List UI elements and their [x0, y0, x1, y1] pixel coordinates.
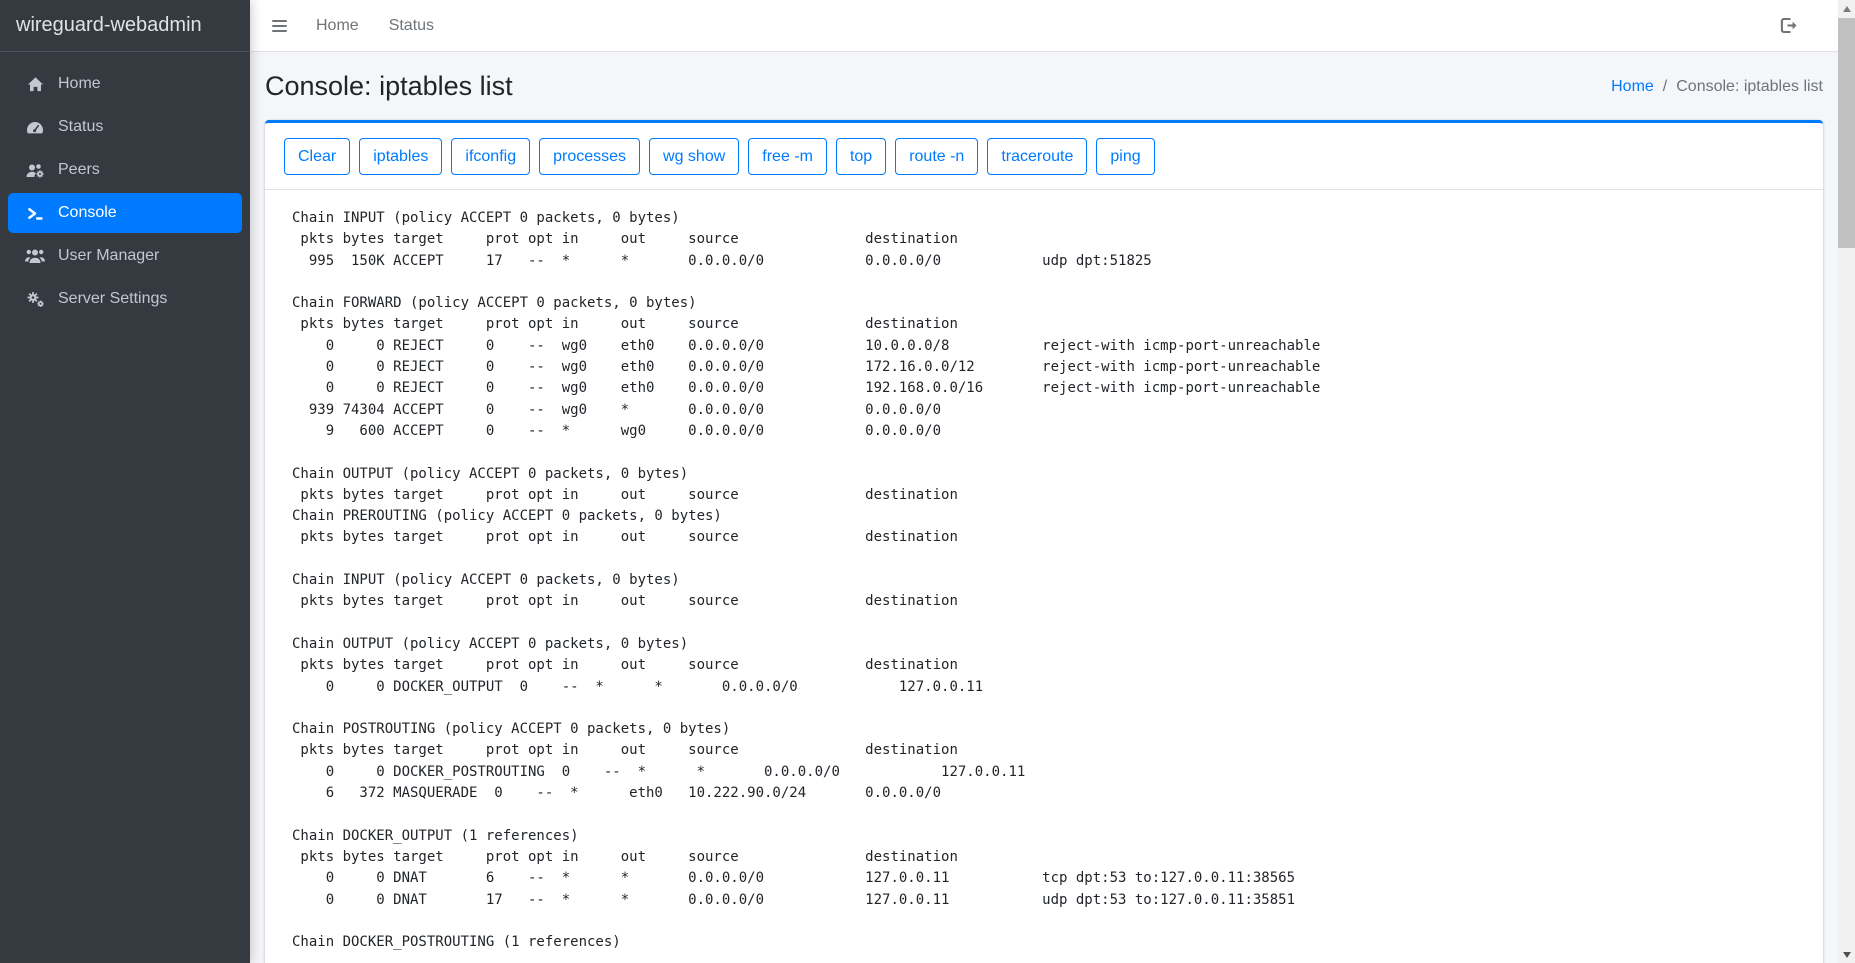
top-navbar: Home Status: [250, 0, 1838, 52]
page-title: Console: iptables list: [265, 71, 513, 102]
main-area: Home Status Console: iptables list Home …: [250, 0, 1838, 963]
content: Clear iptables ifconfig processes wg sho…: [250, 120, 1838, 963]
sidebar: wireguard-webadmin Home Status Peers Con…: [0, 0, 250, 963]
breadcrumb: Home / Console: iptables list: [1611, 78, 1823, 96]
sidebar-item-label: Home: [58, 75, 101, 93]
sidebar-item-user-manager[interactable]: User Manager: [8, 236, 242, 276]
clear-button[interactable]: Clear: [284, 138, 350, 175]
sidebar-item-console[interactable]: Console: [8, 193, 242, 233]
home-icon: [24, 76, 46, 93]
ping-button[interactable]: ping: [1096, 138, 1154, 175]
processes-button[interactable]: processes: [539, 138, 640, 175]
console-output-panel: Chain INPUT (policy ACCEPT 0 packets, 0 …: [265, 190, 1823, 963]
wg-show-button[interactable]: wg show: [649, 138, 739, 175]
breadcrumb-home-link[interactable]: Home: [1611, 78, 1654, 96]
sidebar-menu: Home Status Peers Console User Manager: [0, 52, 250, 319]
users-icon: [24, 248, 46, 264]
sidebar-item-status[interactable]: Status: [8, 107, 242, 147]
console-card: Clear iptables ifconfig processes wg sho…: [265, 120, 1823, 963]
ifconfig-button[interactable]: ifconfig: [451, 138, 530, 175]
sign-out-icon[interactable]: [1779, 17, 1798, 34]
navbar-link-home[interactable]: Home: [316, 17, 359, 35]
users-gear-icon: [24, 162, 46, 179]
gears-icon: [24, 291, 46, 308]
sidebar-item-label: Peers: [58, 161, 100, 179]
top-button[interactable]: top: [836, 138, 886, 175]
console-output: Chain INPUT (policy ACCEPT 0 packets, 0 …: [292, 208, 1796, 953]
scrollbar-thumb[interactable]: [1838, 18, 1855, 248]
breadcrumb-separator: /: [1663, 78, 1667, 96]
sidebar-item-home[interactable]: Home: [8, 64, 242, 104]
sidebar-item-label: Status: [58, 118, 103, 136]
scroll-up-icon[interactable]: [1838, 0, 1855, 17]
sidebar-item-peers[interactable]: Peers: [8, 150, 242, 190]
navbar-link-status[interactable]: Status: [389, 17, 434, 35]
terminal-icon: [24, 205, 46, 222]
free-m-button[interactable]: free -m: [748, 138, 827, 175]
content-header: Console: iptables list Home / Console: i…: [250, 52, 1838, 120]
vertical-scrollbar: [1838, 0, 1855, 963]
sidebar-item-server-settings[interactable]: Server Settings: [8, 279, 242, 319]
scroll-down-icon[interactable]: [1838, 946, 1855, 963]
iptables-button[interactable]: iptables: [359, 138, 442, 175]
route-n-button[interactable]: route -n: [895, 138, 978, 175]
traceroute-button[interactable]: traceroute: [987, 138, 1087, 175]
brand-title[interactable]: wireguard-webadmin: [0, 0, 250, 52]
sidebar-item-label: Server Settings: [58, 290, 167, 308]
hamburger-menu-icon[interactable]: [272, 17, 287, 35]
sidebar-item-label: Console: [58, 204, 117, 222]
sidebar-item-label: User Manager: [58, 247, 159, 265]
gauge-icon: [24, 118, 46, 136]
console-toolbar: Clear iptables ifconfig processes wg sho…: [265, 123, 1823, 190]
breadcrumb-current: Console: iptables list: [1676, 78, 1823, 96]
